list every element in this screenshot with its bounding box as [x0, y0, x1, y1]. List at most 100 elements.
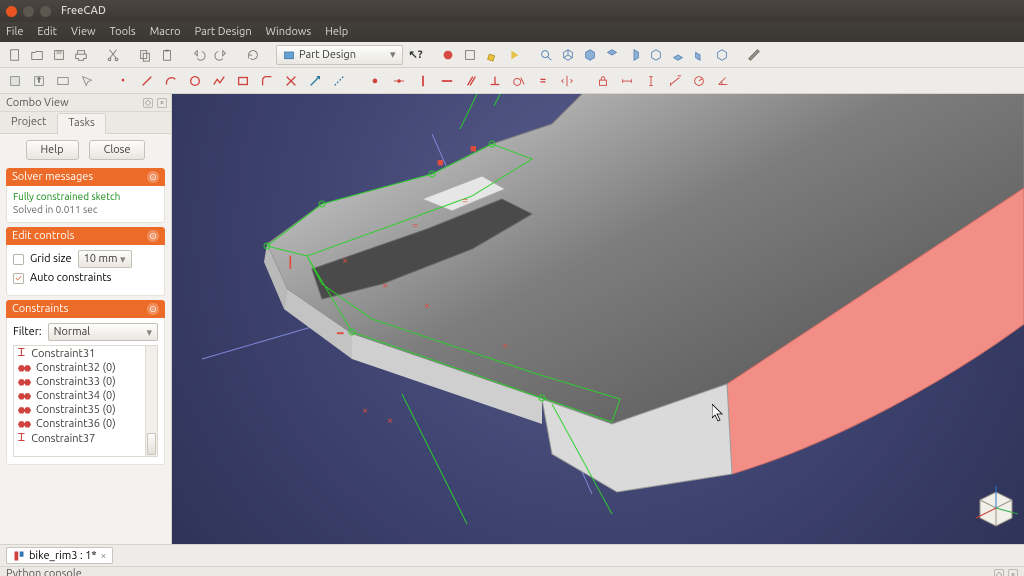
constraint-item[interactable]: ⬣⬣Constraint32 (0) [14, 361, 145, 375]
view-front-icon[interactable] [581, 46, 599, 64]
macro-dialog-icon[interactable] [461, 46, 479, 64]
menu-file[interactable]: File [6, 26, 23, 38]
window-minimize-button[interactable] [23, 6, 34, 17]
menu-tools[interactable]: Tools [110, 26, 136, 38]
autoconstraints-label: Auto constraints [30, 272, 111, 284]
macro-run-icon[interactable] [505, 46, 523, 64]
panel-float-button[interactable]: ◇ [143, 98, 153, 108]
view-right-icon[interactable] [625, 46, 643, 64]
fillet-icon[interactable] [258, 72, 276, 90]
macro-edit-icon[interactable] [483, 46, 501, 64]
external-icon[interactable] [306, 72, 324, 90]
measure-icon[interactable] [745, 46, 763, 64]
line-icon[interactable] [138, 72, 156, 90]
sketch-view-icon[interactable] [54, 72, 72, 90]
dist-v-icon[interactable] [642, 72, 660, 90]
construction-icon[interactable] [330, 72, 348, 90]
parallel-icon[interactable] [462, 72, 480, 90]
editcontrols-header[interactable]: Edit controls⊙ [6, 227, 165, 245]
3d-viewport[interactable]: ■■ ×× ×× == ┃━ ×× [172, 94, 1024, 544]
macro-stop-icon[interactable] [439, 46, 457, 64]
panel-close-button[interactable]: × [1008, 569, 1018, 576]
scrollbar[interactable] [145, 346, 157, 456]
collapse-icon[interactable]: ⊙ [147, 303, 159, 315]
symmetric-icon[interactable] [558, 72, 576, 90]
view-axo2-icon[interactable] [713, 46, 731, 64]
constraint-item[interactable]: ᏆConstraint31 [14, 346, 145, 361]
point-on-icon[interactable] [390, 72, 408, 90]
constraint-item[interactable]: ⬣⬣Constraint34 (0) [14, 389, 145, 403]
grid-checkbox[interactable] [13, 254, 24, 265]
arc-icon[interactable] [162, 72, 180, 90]
solver-header[interactable]: Solver messages⊙ [6, 168, 165, 186]
view-bottom-icon[interactable] [669, 46, 687, 64]
help-button[interactable]: Help [26, 140, 79, 160]
dist-h-icon[interactable] [618, 72, 636, 90]
sketch-face-icon[interactable] [6, 72, 24, 90]
svg-text:×: × [362, 405, 368, 417]
collapse-icon[interactable]: ⊙ [147, 171, 159, 183]
menu-macro[interactable]: Macro [150, 26, 181, 38]
coincident-icon[interactable]: ● [366, 72, 384, 90]
panel-float-button[interactable]: ◇ [994, 569, 1004, 576]
tab-project[interactable]: Project [0, 112, 57, 133]
svg-text:×: × [382, 280, 388, 292]
window-maximize-button[interactable] [40, 6, 51, 17]
menu-help[interactable]: Help [325, 26, 348, 38]
panel-close-button[interactable]: × [157, 98, 167, 108]
filter-label: Filter: [13, 326, 42, 338]
perpendicular-icon[interactable] [486, 72, 504, 90]
lock-icon[interactable] [594, 72, 612, 90]
circle-icon[interactable] [186, 72, 204, 90]
tangent-icon[interactable] [510, 72, 528, 90]
vertical-icon[interactable] [414, 72, 432, 90]
redo-icon[interactable] [212, 46, 230, 64]
constraint-item[interactable]: ⬣⬣Constraint33 (0) [14, 375, 145, 389]
menu-view[interactable]: View [71, 26, 96, 38]
view-fit-icon[interactable] [537, 46, 555, 64]
close-icon[interactable]: × [101, 550, 107, 561]
paste-icon[interactable] [158, 46, 176, 64]
horizontal-icon[interactable] [438, 72, 456, 90]
undo-icon[interactable] [190, 46, 208, 64]
tab-tasks[interactable]: Tasks [57, 113, 105, 134]
trim-icon[interactable] [282, 72, 300, 90]
view-rear-icon[interactable] [647, 46, 665, 64]
menu-edit[interactable]: Edit [37, 26, 57, 38]
autoconstraints-checkbox[interactable] [13, 273, 24, 284]
constraint-item[interactable]: ⬣⬣Constraint36 (0) [14, 417, 145, 431]
menu-partdesign[interactable]: Part Design [195, 26, 252, 38]
equal-icon[interactable]: = [534, 72, 552, 90]
print-icon[interactable] [72, 46, 90, 64]
whatsthis-icon[interactable]: ↖? [407, 46, 425, 64]
open-icon[interactable] [28, 46, 46, 64]
grid-size-input[interactable]: 10 mm▾ [78, 250, 132, 268]
sketch-leave-icon[interactable] [30, 72, 48, 90]
coincident-pair-icon: ⬣⬣ [18, 406, 30, 415]
collapse-icon[interactable]: ⊙ [147, 230, 159, 242]
window-close-button[interactable] [6, 6, 17, 17]
refresh-icon[interactable] [244, 46, 262, 64]
copy-icon[interactable] [136, 46, 154, 64]
close-button[interactable]: Close [89, 140, 146, 160]
new-icon[interactable] [6, 46, 24, 64]
constraint-item[interactable]: ⬣⬣Constraint35 (0) [14, 403, 145, 417]
angle-icon[interactable] [714, 72, 732, 90]
radius-icon[interactable] [690, 72, 708, 90]
constraints-header[interactable]: Constraints⊙ [6, 300, 165, 318]
save-icon[interactable] [50, 46, 68, 64]
workbench-selector[interactable]: Part Design ▾ [276, 45, 403, 65]
menu-windows[interactable]: Windows [266, 26, 312, 38]
view-top-icon[interactable] [603, 46, 621, 64]
document-tab[interactable]: bike_rim3 : 1* × [6, 547, 113, 564]
filter-select[interactable]: Normal▾ [48, 323, 158, 341]
constraint-item[interactable]: ᏆConstraint37 [14, 431, 145, 446]
view-iso-icon[interactable] [559, 46, 577, 64]
distance-icon[interactable] [666, 72, 684, 90]
polyline-icon[interactable] [210, 72, 228, 90]
rect-icon[interactable] [234, 72, 252, 90]
point-icon[interactable]: • [114, 72, 132, 90]
sketch-map-icon[interactable] [78, 72, 96, 90]
view-left-icon[interactable] [691, 46, 709, 64]
cut-icon[interactable] [104, 46, 122, 64]
